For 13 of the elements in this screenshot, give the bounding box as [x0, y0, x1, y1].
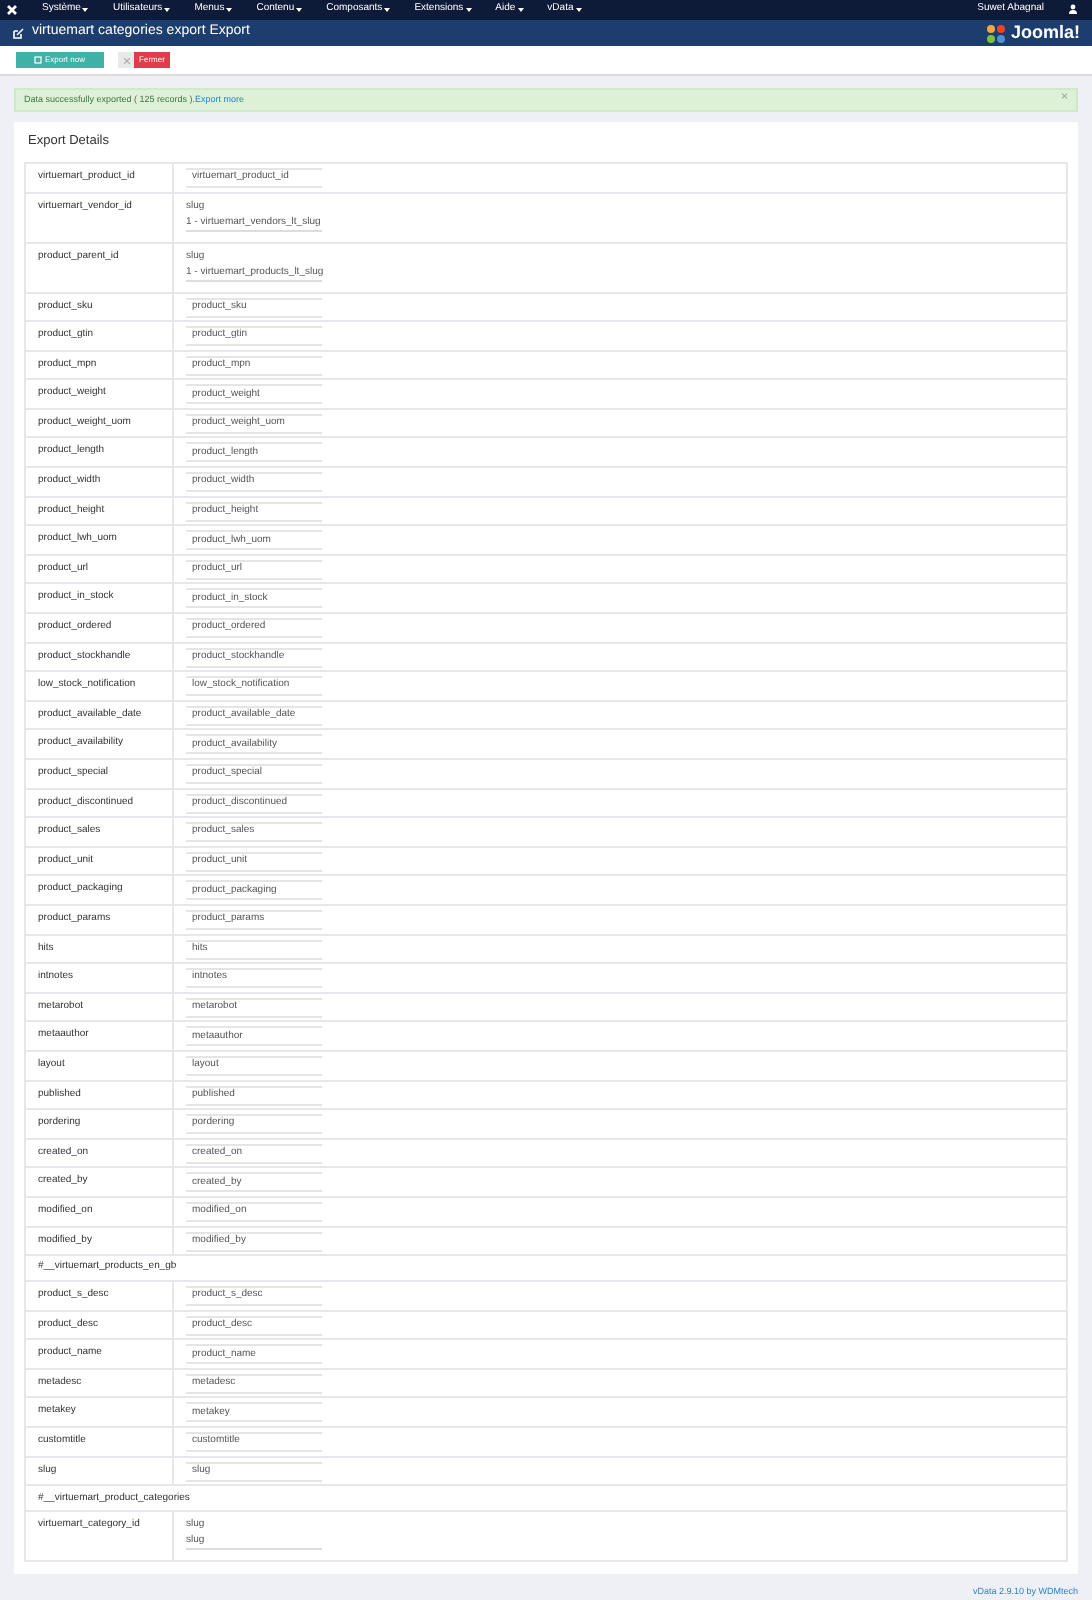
caret-icon	[226, 7, 233, 12]
edit-icon	[12, 27, 24, 40]
user-icon[interactable]	[1068, 4, 1078, 15]
caret-icon	[164, 7, 171, 12]
caret-icon	[296, 7, 303, 12]
joomla-logo: Joomla!	[1010, 19, 1080, 46]
caret-icon	[384, 7, 391, 12]
caret-icon	[575, 7, 582, 12]
joomla-logo-icon	[986, 23, 1007, 44]
caret-icon	[517, 7, 524, 12]
caret-icon	[82, 7, 89, 12]
save-icon	[34, 56, 43, 65]
caret-icon	[465, 7, 472, 12]
